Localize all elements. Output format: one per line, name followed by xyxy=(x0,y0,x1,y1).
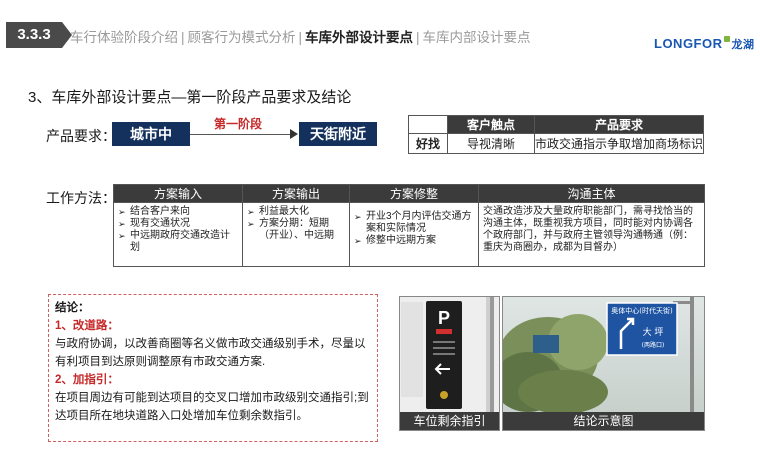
breadcrumb-item[interactable]: 车行体验阶段介绍 xyxy=(70,30,178,45)
section-number-badge: 3.3.3 xyxy=(6,22,72,48)
list-item: 开业3个月内评估交通方案和实际情况 xyxy=(354,211,474,235)
road-sign-illustration: 奥体中心(时代天街) 大 坪 (两路口) xyxy=(503,297,704,414)
table-cell: 交通改造涉及大量政府职能部门，需寻找恰当的沟通主体，既重视我方项目，同时能对内协… xyxy=(478,202,705,267)
work-method-table: 方案输入 方案输出 方案修整 沟通主体 结合客户来向 现有交通状况 中远期政府交… xyxy=(113,184,705,267)
sign-destination-2: 大 坪 xyxy=(643,326,664,338)
phase-arrow-icon xyxy=(290,129,298,139)
product-req-label: 产品要求： xyxy=(46,128,116,144)
phase-label: 第一阶段 xyxy=(214,117,263,131)
table-header: 客户触点 xyxy=(447,115,535,134)
conclusion-heading: 结论： xyxy=(55,302,90,314)
conclusion-item-text: 与政府协调，以改善商圈等名义做市政交通级别手术，尽量以有利项目到达原则调整原有市… xyxy=(55,338,366,368)
image-caption: 车位剩余指引 xyxy=(400,412,499,430)
breadcrumb-item-current[interactable]: 车库外部设计要点 xyxy=(305,30,413,45)
work-method-label: 工作方法： xyxy=(46,190,116,206)
road-sign-image: 奥体中心(时代天街) 大 坪 (两路口) 结论示意图 xyxy=(502,296,705,431)
sign-destination-1: 奥体中心(时代天街) xyxy=(611,306,673,315)
sign-p-letter: P xyxy=(438,308,450,328)
product-req-table: 客户触点 产品要求 好找 导视清晰 市政交通指示争取增加商场标识 xyxy=(408,115,704,154)
breadcrumb-separator: | xyxy=(181,30,185,45)
from-box: 城市中 xyxy=(112,122,190,146)
breadcrumb: 车行体验阶段介绍 | 顾客行为模式分析 | 车库外部设计要点 | 车库内部设计要点 xyxy=(70,26,531,46)
table-cell: 好找 xyxy=(408,133,448,154)
table-corner xyxy=(408,115,448,134)
logo-mark-icon xyxy=(723,36,730,42)
table-cell: 利益最大化 方案分期：短期（开业）、中远期 xyxy=(242,202,350,267)
phase-arrow-line xyxy=(190,134,290,135)
table-cell: 市政交通指示争取增加商场标识 xyxy=(534,133,704,154)
breadcrumb-item[interactable]: 车库内部设计要点 xyxy=(423,30,531,45)
conclusion-item-title: 1、改道路： xyxy=(55,320,119,332)
conclusion-box: 结论： 1、改道路： 与政府协调，以改善商圈等名义做市政交通级别手术，尽量以有利… xyxy=(48,294,378,442)
list-item: 修整中远期方案 xyxy=(354,235,474,247)
logo-cn-text: 龙湖 xyxy=(731,39,755,51)
table-cell: 开业3个月内评估交通方案和实际情况 修整中远期方案 xyxy=(349,202,479,267)
sign-destination-3: (两路口) xyxy=(642,341,665,349)
breadcrumb-separator: | xyxy=(416,30,420,45)
conclusion-item-text: 在项目周边有可能到达项目的交叉口增加市政级别交通指引;到达项目所在地块道路入口处… xyxy=(55,392,369,422)
conclusion-item-title: 2、加指引： xyxy=(55,374,119,386)
table-header: 方案修整 xyxy=(349,184,479,203)
list-item: 中远期政府交通改造计划 xyxy=(118,230,238,254)
parking-sign-image: P 车位剩余指引 xyxy=(399,296,500,431)
list-item: 结合客户来向 xyxy=(118,206,238,218)
table-header: 方案输出 xyxy=(242,184,350,203)
list-item: 利益最大化 xyxy=(247,206,345,218)
page-title: 3、车库外部设计要点—第一阶段产品要求及结论 xyxy=(28,89,352,106)
table-header: 方案输入 xyxy=(113,184,243,203)
table-header: 产品要求 xyxy=(534,115,704,134)
image-caption: 结论示意图 xyxy=(503,412,704,430)
table-cell: 导视清晰 xyxy=(447,133,535,154)
list-item: 现有交通状况 xyxy=(118,218,238,230)
list-item: 方案分期：短期（开业）、中远期 xyxy=(247,218,345,242)
longfor-logo: LONGFOR 龙湖 xyxy=(654,36,755,52)
to-box: 天街附近 xyxy=(299,122,377,146)
table-header: 沟通主体 xyxy=(478,184,705,203)
logo-text: LONGFOR xyxy=(654,36,723,51)
parking-sign-illustration: P xyxy=(400,297,499,412)
breadcrumb-item[interactable]: 顾客行为模式分析 xyxy=(188,30,296,45)
breadcrumb-separator: | xyxy=(298,30,303,45)
table-cell: 结合客户来向 现有交通状况 中远期政府交通改造计划 xyxy=(113,202,243,267)
